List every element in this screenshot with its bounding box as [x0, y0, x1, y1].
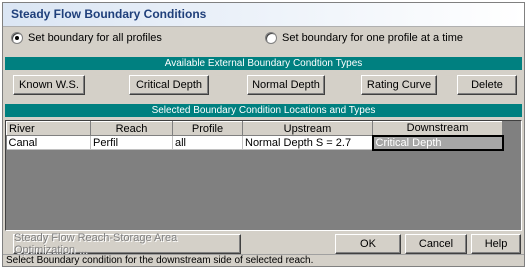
- cell-downstream-selected[interactable]: Critical Depth: [371, 134, 504, 151]
- rating-curve-button[interactable]: Rating Curve: [361, 75, 437, 95]
- reach-storage-optimization-button[interactable]: Steady Flow Reach-Storage Area Optimizat…: [13, 232, 241, 256]
- boundary-conditions-table: River Reach Profile Upstream Downstream …: [6, 121, 504, 151]
- cell-river[interactable]: Canal: [6, 135, 91, 150]
- cell-profile[interactable]: all: [172, 135, 243, 150]
- boundary-conditions-grid[interactable]: River Reach Profile Upstream Downstream …: [5, 120, 522, 231]
- radio-all-profiles-indicator[interactable]: [11, 32, 23, 44]
- radio-all-profiles-label: Set boundary for all profiles: [28, 32, 162, 44]
- available-types-header: Available External Boundary Condtion Typ…: [5, 57, 522, 70]
- critical-depth-button[interactable]: Critical Depth: [129, 75, 209, 95]
- normal-depth-button[interactable]: Normal Depth: [247, 75, 325, 95]
- status-bar: Select Boundary condition for the downst…: [3, 254, 524, 266]
- radio-one-profile-indicator[interactable]: [265, 32, 277, 44]
- column-header-downstream[interactable]: Downstream: [372, 121, 503, 136]
- delete-button[interactable]: Delete: [457, 75, 517, 95]
- radio-one-profile[interactable]: Set boundary for one profile at a time: [265, 32, 463, 44]
- cancel-button[interactable]: Cancel: [405, 234, 467, 254]
- window-title: Steady Flow Boundary Conditions: [11, 7, 207, 21]
- selected-locations-header: Selected Boundary Condition Locations an…: [5, 104, 522, 117]
- table-header-row: River Reach Profile Upstream Downstream: [6, 121, 503, 136]
- column-header-river[interactable]: River: [6, 121, 91, 136]
- table-row[interactable]: Canal Perfil all Normal Depth S = 2.7 Cr…: [6, 134, 504, 151]
- profile-mode-radio-group: Set boundary for all profiles Set bounda…: [3, 29, 524, 49]
- column-header-reach[interactable]: Reach: [90, 121, 173, 136]
- known-ws-button[interactable]: Known W.S.: [13, 75, 85, 95]
- title-bar[interactable]: Steady Flow Boundary Conditions: [3, 3, 524, 27]
- help-button[interactable]: Help: [471, 234, 521, 254]
- column-header-upstream[interactable]: Upstream: [242, 121, 373, 136]
- ok-button[interactable]: OK: [335, 234, 401, 254]
- steady-flow-boundary-dialog: Steady Flow Boundary Conditions Set boun…: [2, 2, 525, 267]
- cell-reach[interactable]: Perfil: [90, 135, 173, 150]
- cell-upstream[interactable]: Normal Depth S = 2.7: [242, 135, 373, 150]
- column-header-profile[interactable]: Profile: [172, 121, 243, 136]
- radio-one-profile-label: Set boundary for one profile at a time: [282, 32, 463, 44]
- radio-all-profiles[interactable]: Set boundary for all profiles: [11, 32, 162, 44]
